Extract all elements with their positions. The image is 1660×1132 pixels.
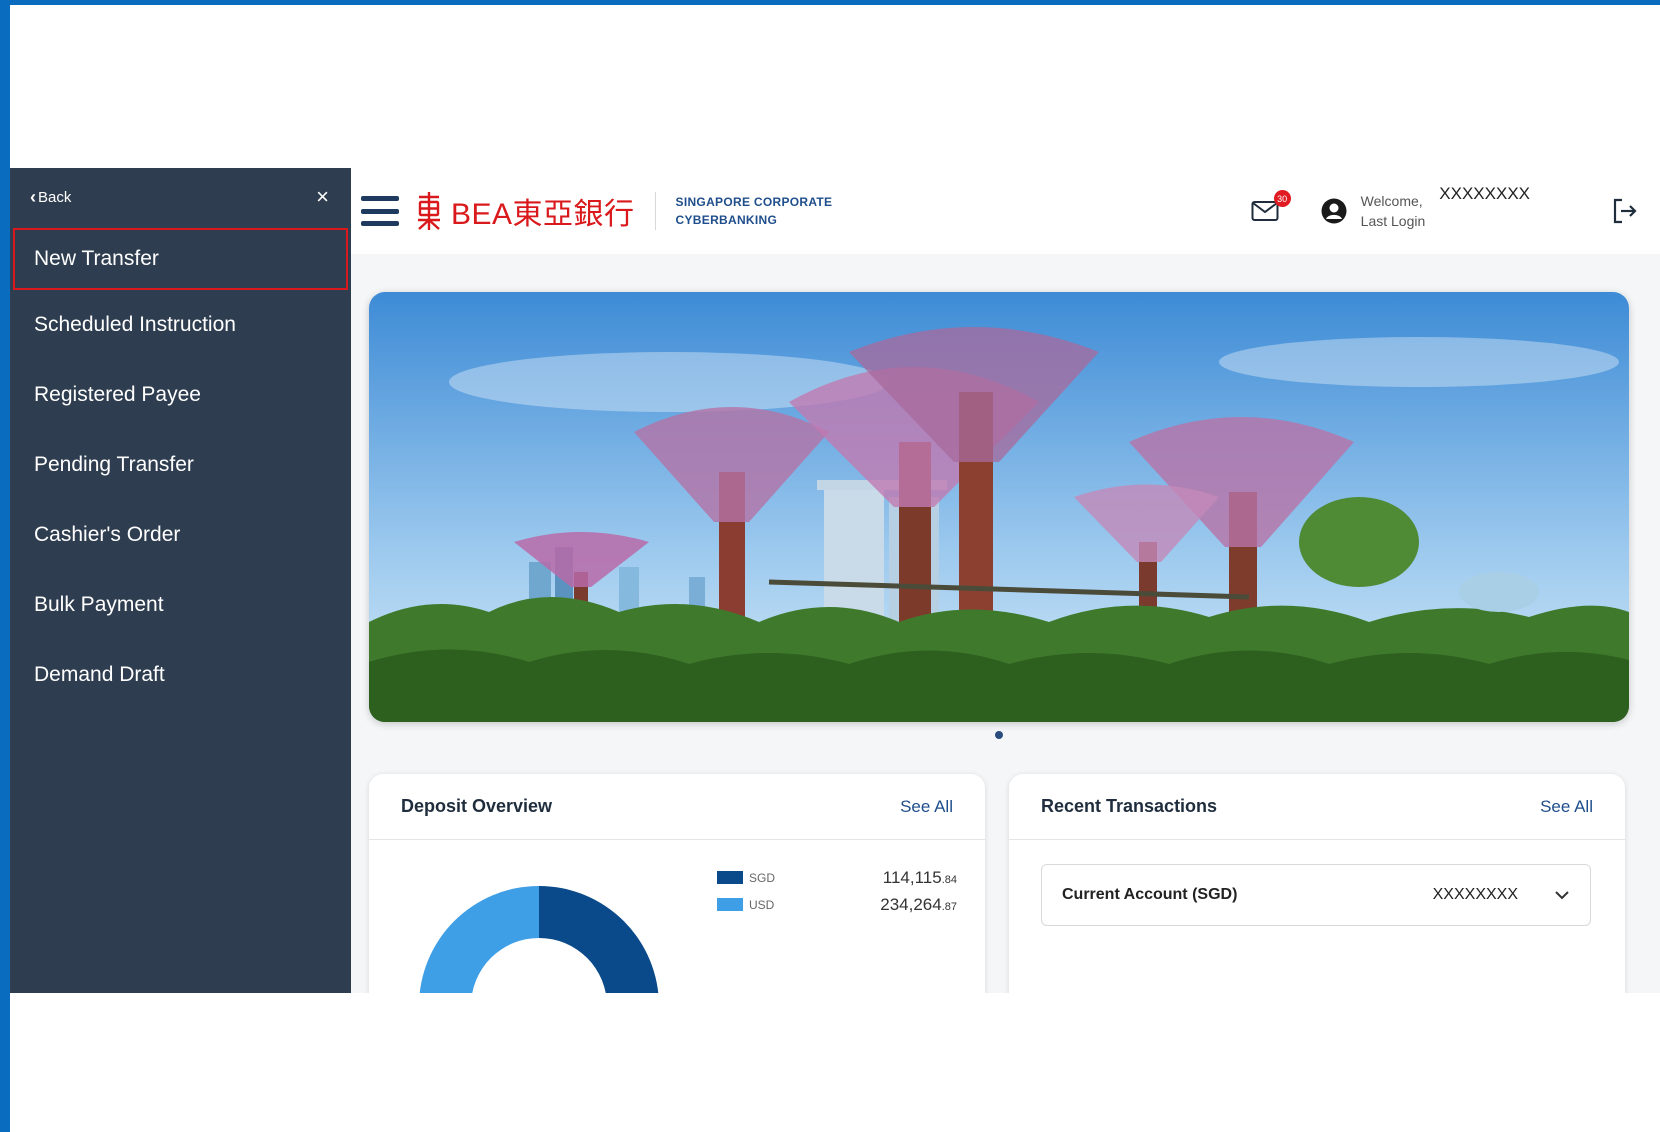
inbox-button[interactable]: 30 bbox=[1251, 190, 1291, 224]
chevron-down-icon bbox=[1555, 891, 1569, 900]
welcome-text: Welcome, Last Login bbox=[1361, 191, 1426, 231]
deposit-see-all-link[interactable]: See All bbox=[900, 797, 953, 817]
hamburger-menu-icon[interactable] bbox=[361, 196, 399, 226]
logo-subtitle-line2: CYBERBANKING bbox=[675, 213, 778, 227]
account-selector[interactable]: Current Account (SGD) XXXXXXXX bbox=[1041, 864, 1591, 926]
sidebar-top-bar: ‹ Back × bbox=[10, 168, 351, 226]
inbox-count-badge: 30 bbox=[1273, 190, 1291, 207]
logo-text: BEA東亞銀行 bbox=[451, 198, 635, 231]
sidebar-item-cashiers-order[interactable]: Cashier's Order bbox=[10, 500, 351, 570]
deposit-donut-chart[interactable] bbox=[419, 886, 659, 993]
header-right: 30 Welcome, Last Login XXXXXXXX bbox=[1251, 168, 1660, 254]
carousel-indicator[interactable] bbox=[995, 731, 1003, 739]
deposit-card-header: Deposit Overview See All bbox=[369, 774, 985, 840]
amount-cents: .87 bbox=[941, 900, 957, 913]
back-label: Back bbox=[38, 188, 72, 206]
bea-emblem-icon bbox=[418, 192, 440, 230]
deposit-overview-title: Deposit Overview bbox=[401, 796, 553, 816]
legend-currency: SGD bbox=[749, 870, 776, 885]
recent-card-header: Recent Transactions See All bbox=[1009, 774, 1625, 840]
deposit-overview-card: Deposit Overview See All SGD 114,115.84 … bbox=[369, 774, 985, 993]
legend-row-usd: USD 234,264.87 bbox=[717, 891, 957, 918]
close-icon[interactable]: × bbox=[316, 186, 329, 208]
amount-cents: .84 bbox=[941, 873, 957, 886]
logout-icon[interactable] bbox=[1610, 196, 1640, 226]
account-number: XXXXXXXX bbox=[1432, 886, 1518, 903]
back-button[interactable]: ‹ Back bbox=[30, 188, 71, 206]
donut-segment-sgd[interactable] bbox=[539, 886, 659, 993]
usd-color-swatch bbox=[717, 898, 743, 911]
logo-subtitle: SINGAPORE CORPORATE CYBERBANKING bbox=[676, 193, 833, 229]
logo-divider bbox=[654, 192, 656, 230]
gardens-by-the-bay-illustration bbox=[369, 292, 1629, 722]
sidebar-item-new-transfer[interactable]: New Transfer bbox=[13, 228, 348, 290]
amount-main: 114,115 bbox=[882, 867, 942, 887]
last-login-label: Last Login bbox=[1360, 213, 1426, 229]
recent-transactions-title: Recent Transactions bbox=[1041, 796, 1218, 816]
promo-banner-image[interactable] bbox=[369, 292, 1629, 722]
welcome-label: Welcome, bbox=[1360, 193, 1423, 209]
amount-main: 234,264 bbox=[880, 894, 942, 914]
top-header: BEA東亞銀行 SINGAPORE CORPORATE CYBERBANKING… bbox=[351, 168, 1660, 254]
legend-amount: 234,264.87 bbox=[880, 895, 957, 915]
legend-currency: USD bbox=[749, 897, 775, 912]
deposit-legend: SGD 114,115.84 USD 234,264.87 bbox=[717, 864, 957, 918]
sidebar-item-bulk-payment[interactable]: Bulk Payment bbox=[10, 570, 351, 640]
sidebar-item-scheduled-instruction[interactable]: Scheduled Instruction bbox=[10, 290, 351, 360]
chevron-left-icon: ‹ bbox=[30, 187, 36, 207]
account-type-label: Current Account (SGD) bbox=[1062, 886, 1238, 903]
sidebar-item-registered-payee[interactable]: Registered Payee bbox=[10, 360, 351, 430]
user-name: XXXXXXXX bbox=[1439, 184, 1530, 203]
sidebar-item-pending-transfer[interactable]: Pending Transfer bbox=[10, 430, 351, 500]
sidebar: ‹ Back × New Transfer Scheduled Instruct… bbox=[10, 168, 351, 993]
legend-amount: 114,115.84 bbox=[883, 868, 957, 888]
legend-row-sgd: SGD 114,115.84 bbox=[717, 864, 957, 891]
window-top-border bbox=[0, 0, 1660, 5]
sidebar-menu: New Transfer Scheduled Instruction Regis… bbox=[10, 228, 351, 710]
window-left-border bbox=[0, 0, 10, 1132]
bank-logo[interactable]: BEA東亞銀行 SINGAPORE CORPORATE CYBERBANKING bbox=[415, 189, 832, 233]
sgd-color-swatch bbox=[717, 871, 743, 884]
donut-segment-usd[interactable] bbox=[419, 886, 539, 993]
recent-see-all-link[interactable]: See All bbox=[1540, 797, 1593, 817]
recent-transactions-card: Recent Transactions See All Current Acco… bbox=[1009, 774, 1625, 993]
user-avatar-icon[interactable] bbox=[1321, 198, 1347, 224]
app-container: ‹ Back × New Transfer Scheduled Instruct… bbox=[10, 168, 1660, 993]
sidebar-item-demand-draft[interactable]: Demand Draft bbox=[10, 640, 351, 710]
logo-subtitle-line1: SINGAPORE CORPORATE bbox=[675, 195, 833, 209]
